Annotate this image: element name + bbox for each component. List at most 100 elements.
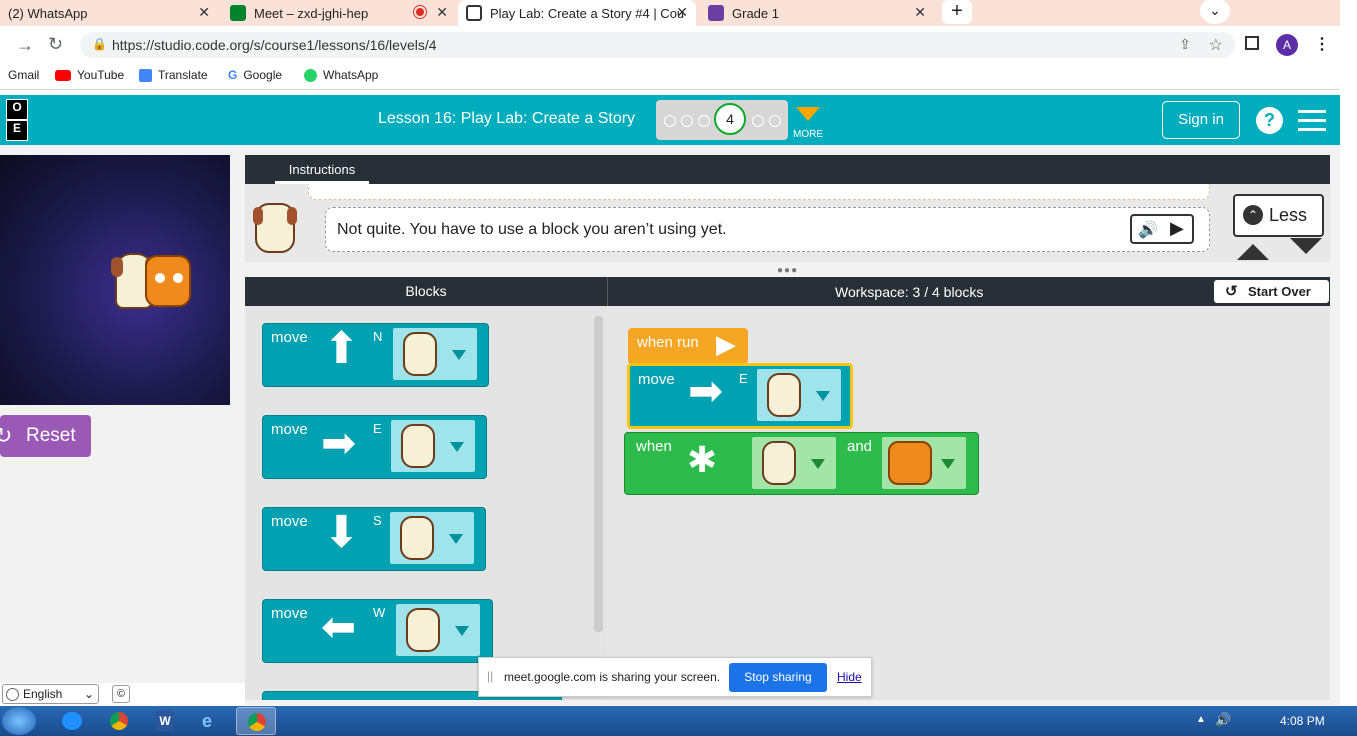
- bookmark-translate[interactable]: Translate: [139, 68, 208, 82]
- bookmark-youtube[interactable]: YouTube: [55, 68, 124, 82]
- start-button[interactable]: [2, 707, 36, 735]
- avatar[interactable]: A: [1276, 34, 1298, 56]
- toolbox-scrollbar[interactable]: [594, 316, 603, 632]
- close-icon[interactable]: ✕: [676, 4, 688, 21]
- level-bubble[interactable]: [698, 115, 710, 127]
- move-east-block[interactable]: move ➡ E: [262, 415, 487, 479]
- move-south-block[interactable]: move ⬇ S: [262, 507, 486, 571]
- drag-handle-icon[interactable]: ||: [487, 669, 493, 683]
- undo-icon: ↺: [1225, 283, 1238, 300]
- ie-icon[interactable]: e: [202, 711, 212, 732]
- resize-handle-icon[interactable]: ●●●: [777, 265, 798, 276]
- arrow-down-icon: ⬇: [323, 508, 360, 557]
- hide-link[interactable]: Hide: [837, 670, 862, 684]
- scroll-down-icon[interactable]: [1290, 238, 1322, 254]
- level-bubble[interactable]: [752, 115, 764, 127]
- tray-up-icon[interactable]: ▲: [1196, 714, 1206, 725]
- move-north-block[interactable]: move ⬆ N: [262, 323, 489, 387]
- level-bubble[interactable]: [664, 115, 676, 127]
- tab-title: Meet – zxd-jghi-hep: [254, 5, 369, 21]
- arrow-left-icon: ⬅: [321, 603, 357, 650]
- chrome-icon[interactable]: [110, 712, 128, 730]
- lock-icon: 🔒: [92, 37, 107, 51]
- move-west-block[interactable]: move ⬅ W: [262, 599, 493, 663]
- more-label[interactable]: MORE: [793, 129, 823, 140]
- recording-icon: [414, 6, 426, 18]
- dog-icon: [403, 332, 437, 376]
- feedback-message: Not quite. You have to use a block you a…: [337, 221, 727, 238]
- reset-label: Reset: [26, 425, 76, 446]
- sprite-dropdown[interactable]: [393, 328, 477, 380]
- sign-in-button[interactable]: Sign in: [1162, 101, 1240, 139]
- less-button[interactable]: ⌃ Less: [1233, 194, 1324, 237]
- close-icon[interactable]: ✕: [436, 4, 448, 21]
- start-over-button[interactable]: ↺ Start Over: [1214, 280, 1329, 303]
- when-collide-block[interactable]: when ✱ and: [624, 432, 979, 495]
- bookmark-gmail[interactable]: Gmail: [8, 68, 39, 82]
- level-bubble[interactable]: [769, 115, 781, 127]
- tab-title: Grade 1: [732, 5, 779, 21]
- tab-playlab[interactable]: Play Lab: Create a Story #4 | Cour ✕: [458, 0, 696, 26]
- hamburger-icon[interactable]: [1298, 110, 1326, 132]
- chevron-down-icon[interactable]: ⌄: [1200, 0, 1230, 24]
- dropdown-arrow-icon: [450, 442, 464, 452]
- share-icon[interactable]: ⇪: [1179, 36, 1191, 53]
- tab-meet[interactable]: Meet – zxd-jghi-hep ✕: [222, 0, 456, 26]
- sprite-dropdown[interactable]: [752, 437, 836, 489]
- menu-icon[interactable]: ⋮: [1314, 34, 1330, 54]
- word-icon[interactable]: W: [156, 711, 174, 731]
- close-icon[interactable]: ✕: [914, 4, 926, 21]
- reload-icon[interactable]: ↻: [48, 34, 63, 55]
- more-arrow-icon[interactable]: [796, 107, 820, 121]
- codeorg-logo[interactable]: O E: [6, 99, 28, 141]
- back-icon[interactable]: →: [16, 35, 34, 56]
- help-icon[interactable]: ?: [1256, 107, 1283, 134]
- clock[interactable]: 4:08 PM: [1280, 714, 1325, 728]
- taskbar-chrome-active[interactable]: [236, 707, 276, 735]
- sidepanel-icon[interactable]: [1245, 36, 1259, 50]
- lesson-title: Lesson 16: Play Lab: Create a Story: [378, 110, 636, 127]
- site-header: O E Lesson 16: Play Lab: Create a Story …: [0, 95, 1340, 145]
- address-bar[interactable]: 🔒 https://studio.code.org/s/course1/less…: [80, 32, 1235, 58]
- tab-instructions[interactable]: Instructions: [275, 155, 369, 184]
- volume-icon[interactable]: 🔊: [1215, 712, 1231, 728]
- tab-whatsapp[interactable]: (2) WhatsApp ✕: [0, 0, 218, 26]
- bookmark-google[interactable]: G Google: [228, 68, 282, 82]
- block-label: when run: [637, 334, 699, 351]
- scroll-up-icon[interactable]: [1237, 244, 1269, 260]
- level-bubble[interactable]: [681, 115, 693, 127]
- arrow-right-icon: ➡: [321, 419, 357, 466]
- game-canvas[interactable]: [0, 155, 230, 405]
- current-level-bubble[interactable]: 4: [714, 103, 746, 135]
- tab-strip: (2) WhatsApp ✕ Meet – zxd-jghi-hep ✕ Pla…: [0, 0, 1340, 26]
- play-icon[interactable]: ▶: [1170, 218, 1184, 239]
- copyright-icon[interactable]: ©: [112, 685, 130, 703]
- sprite-dropdown[interactable]: [390, 512, 474, 564]
- tab-title: Play Lab: Create a Story #4 | Cour: [490, 5, 685, 21]
- reset-button[interactable]: ↻ Reset: [0, 415, 91, 457]
- block-label: move: [271, 605, 308, 622]
- dog-icon: [762, 441, 796, 485]
- whatsapp-icon: [304, 68, 317, 82]
- bookmark-whatsapp[interactable]: WhatsApp: [304, 68, 378, 82]
- when-run-block[interactable]: when run ▶: [628, 328, 748, 364]
- sprite-dropdown[interactable]: [882, 437, 966, 489]
- tab-grade1[interactable]: Grade 1 ✕: [700, 0, 934, 26]
- move-east-block[interactable]: move ➡ E: [627, 363, 853, 429]
- language-select[interactable]: English ⌄: [2, 684, 99, 704]
- stop-sharing-button[interactable]: Stop sharing: [729, 663, 827, 692]
- reset-icon: ↻: [0, 423, 13, 448]
- sprite-dropdown[interactable]: [757, 369, 841, 421]
- sprite-dropdown[interactable]: [391, 420, 475, 472]
- edge-icon[interactable]: [62, 712, 82, 730]
- codeorg-icon: [466, 5, 482, 21]
- arrow-up-icon: ⬆: [323, 324, 360, 373]
- sprite-dropdown[interactable]: [396, 604, 480, 656]
- speaker-icon[interactable]: 🔊: [1138, 220, 1158, 240]
- new-tab-button[interactable]: +: [942, 0, 972, 24]
- dog-icon: [767, 373, 801, 417]
- close-icon[interactable]: ✕: [198, 4, 210, 21]
- star-icon[interactable]: ☆: [1209, 35, 1223, 55]
- workspace-canvas[interactable]: when run ▶ move ➡ E when ✱ and: [607, 306, 1330, 700]
- chevron-up-icon: ⌃: [1243, 205, 1263, 225]
